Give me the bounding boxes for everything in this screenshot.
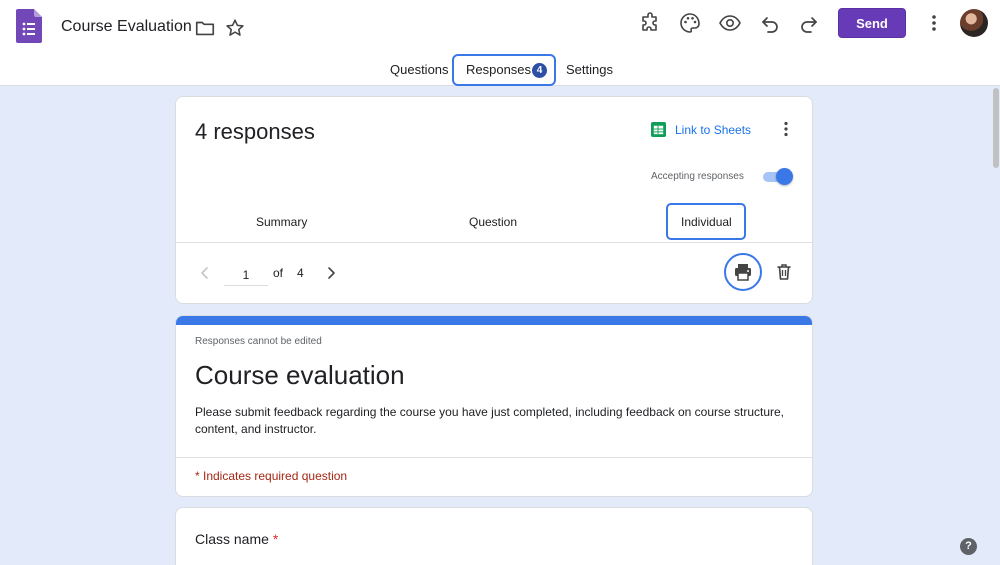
- document-title[interactable]: Course Evaluation: [61, 18, 192, 36]
- star-icon[interactable]: [224, 17, 246, 39]
- tab-responses[interactable]: Responses: [466, 62, 531, 77]
- undo-icon[interactable]: [758, 11, 782, 35]
- pager-of-label: of: [273, 266, 284, 280]
- form-theme-band: [176, 316, 812, 325]
- print-icon[interactable]: [733, 262, 753, 282]
- more-vert-icon[interactable]: [922, 11, 946, 35]
- responses-cannot-be-edited-note: Responses cannot be edited: [195, 336, 322, 347]
- chevron-left-icon[interactable]: [196, 264, 214, 282]
- more-options-icon[interactable]: [776, 119, 796, 139]
- folder-icon[interactable]: [194, 17, 216, 39]
- responses-count-heading: 4 responses: [195, 119, 315, 144]
- form-header-card: Responses cannot be edited Course evalua…: [175, 315, 813, 497]
- toggle-knob[interactable]: [776, 168, 793, 185]
- forms-logo-icon[interactable]: [16, 9, 42, 43]
- delete-icon[interactable]: [774, 262, 794, 282]
- question-title-text: Class name: [195, 531, 269, 547]
- pager-total: 4: [297, 266, 304, 280]
- tab-questions[interactable]: Questions: [390, 62, 449, 77]
- top-bar: Course Evaluation Send Questions Respons…: [0, 0, 1000, 86]
- responses-count-badge: 4: [532, 63, 547, 78]
- avatar[interactable]: [960, 9, 988, 37]
- link-to-sheets-button[interactable]: Link to Sheets: [675, 123, 751, 137]
- addons-icon[interactable]: [638, 11, 662, 35]
- help-icon[interactable]: ?: [960, 538, 977, 555]
- accepting-responses-label: Accepting responses: [651, 171, 744, 182]
- subtab-question[interactable]: Question: [469, 215, 517, 229]
- question-title: Class name *: [195, 531, 278, 547]
- required-question-note: * Indicates required question: [195, 469, 348, 483]
- sheets-icon[interactable]: [651, 122, 666, 137]
- required-marker: *: [272, 531, 279, 547]
- redo-icon[interactable]: [797, 11, 821, 35]
- divider: [176, 457, 812, 458]
- response-page-input[interactable]: [224, 264, 268, 286]
- palette-icon[interactable]: [678, 11, 702, 35]
- chevron-right-icon[interactable]: [322, 264, 340, 282]
- preview-eye-icon[interactable]: [718, 11, 742, 35]
- scrollbar-thumb[interactable]: [993, 88, 999, 168]
- divider: [176, 242, 812, 243]
- form-title: Course evaluation: [195, 360, 405, 390]
- subtab-individual[interactable]: Individual: [681, 215, 732, 229]
- responses-summary-card: 4 responses Link to Sheets Accepting res…: [175, 96, 813, 304]
- question-card-class-name: Class name *: [175, 507, 813, 565]
- subtab-summary[interactable]: Summary: [256, 215, 307, 229]
- form-description: Please submit feedback regarding the cou…: [195, 405, 785, 436]
- tab-settings[interactable]: Settings: [566, 62, 613, 77]
- send-button[interactable]: Send: [838, 8, 906, 38]
